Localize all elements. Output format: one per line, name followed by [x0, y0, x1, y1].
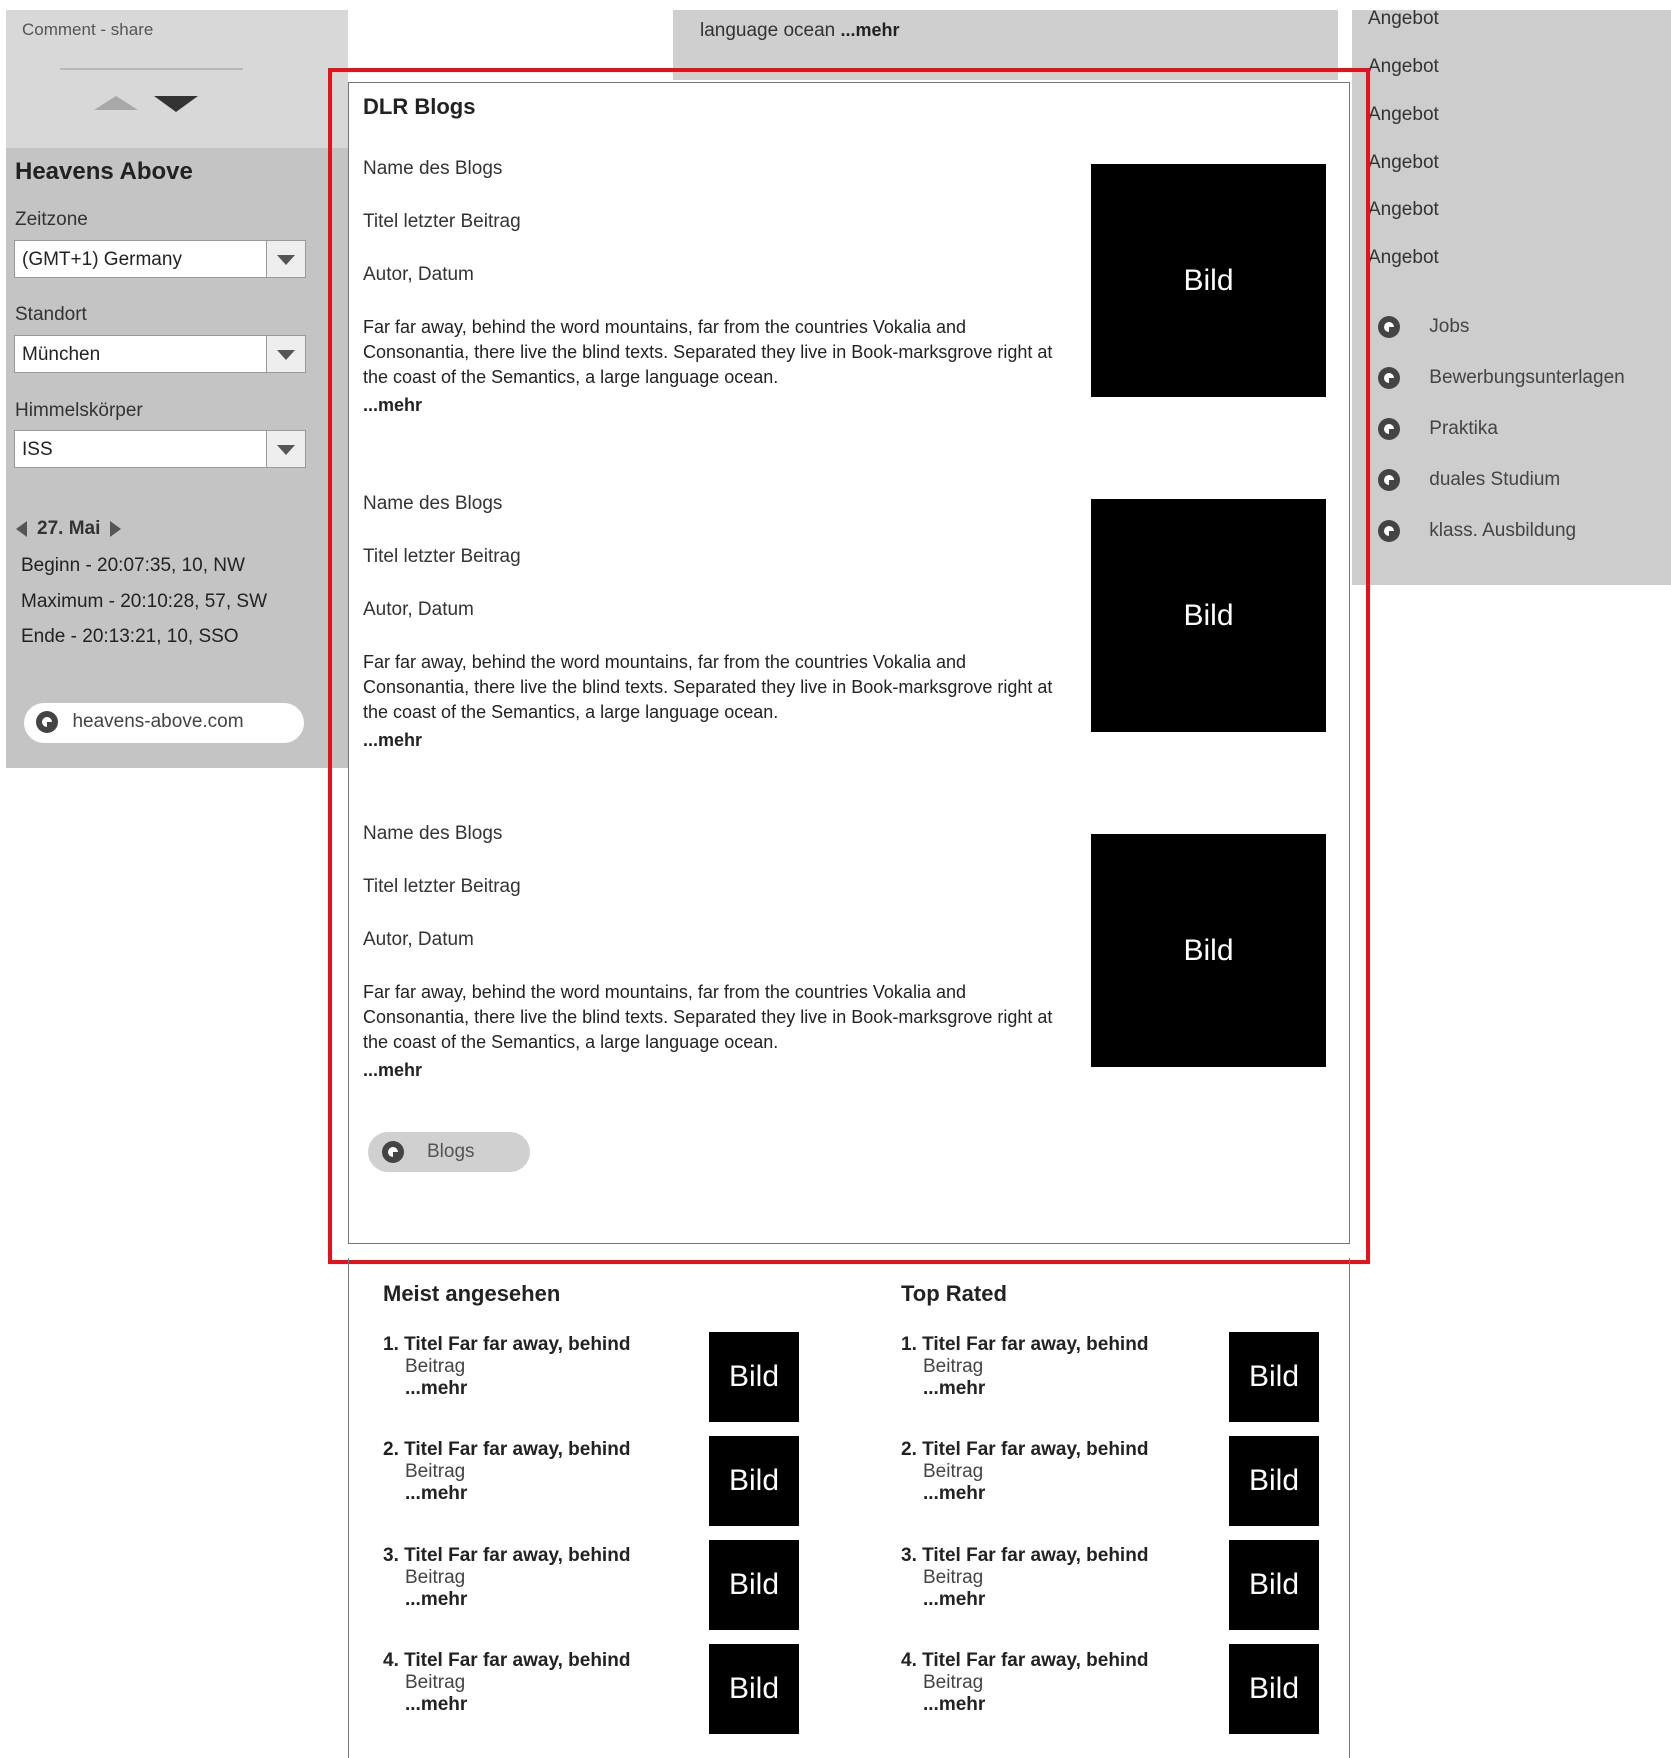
zeitzone-value: (GMT+1) Germany	[22, 249, 182, 270]
link-label: Jobs	[1429, 316, 1470, 337]
top-rated-title: Top Rated	[901, 1281, 1007, 1306]
angebot-link[interactable]: Angebot	[1368, 247, 1439, 269]
list-item-mehr[interactable]: ...mehr	[923, 1694, 1148, 1716]
list-item-title: 2. Titel Far far away, behind	[383, 1439, 631, 1460]
list-item-title: 4. Titel Far far away, behind	[383, 1650, 631, 1671]
right-link-ausbildung[interactable]: klass. Ausbildung	[1378, 520, 1576, 542]
right-link-jobs[interactable]: Jobs	[1378, 316, 1469, 338]
list-item[interactable]: 4. Titel Far far away, behind Beitrag ..…	[383, 1650, 630, 1716]
right-link-praktika[interactable]: Praktika	[1378, 418, 1498, 440]
list-item-mehr[interactable]: ...mehr	[923, 1378, 1148, 1400]
next-day-icon[interactable]	[110, 520, 122, 537]
himmel-label: Himmelskörper	[15, 400, 143, 421]
list-item[interactable]: 1. Titel Far far away, behind Beitrag ..…	[901, 1334, 1148, 1400]
angebot-link[interactable]: Angebot	[1368, 8, 1439, 30]
link-arrow-icon	[1378, 418, 1400, 440]
list-item-mehr[interactable]: ...mehr	[923, 1589, 1148, 1611]
prev-day-icon[interactable]	[16, 520, 27, 537]
list-item-image[interactable]: Bild	[1229, 1644, 1319, 1734]
list-item-title: 1. Titel Far far away, behind	[383, 1334, 631, 1355]
angebot-link[interactable]: Angebot	[1368, 199, 1439, 221]
heavens-above-link[interactable]: heavens-above.com	[24, 703, 304, 743]
standort-label: Standort	[15, 304, 87, 325]
chevron-down-icon[interactable]	[266, 336, 305, 372]
list-item-title: 1. Titel Far far away, behind	[901, 1334, 1149, 1355]
himmel-select[interactable]: ISS	[14, 430, 306, 468]
list-item-image[interactable]: Bild	[1229, 1332, 1319, 1422]
angebot-link[interactable]: Angebot	[1368, 56, 1439, 78]
link-arrow-icon	[1378, 316, 1400, 338]
zeitzone-label: Zeitzone	[15, 209, 88, 230]
list-item-mehr[interactable]: ...mehr	[923, 1483, 1148, 1505]
teaser-mehr-link[interactable]: ...mehr	[841, 20, 900, 40]
zeitzone-select[interactable]: (GMT+1) Germany	[14, 240, 306, 278]
pass-beginn: Beginn - 20:07:35, 10, NW	[21, 555, 245, 576]
date-label: 27. Mai	[37, 518, 101, 539]
list-item-image[interactable]: Bild	[1229, 1436, 1319, 1526]
list-item-mehr[interactable]: ...mehr	[405, 1378, 630, 1400]
list-item-image[interactable]: Bild	[709, 1332, 799, 1422]
list-item-sub: Beitrag	[405, 1356, 466, 1377]
arrow-down-icon[interactable]	[154, 96, 198, 112]
angebot-link[interactable]: Angebot	[1368, 152, 1439, 174]
comment-share-link[interactable]: Comment - share	[22, 20, 153, 40]
himmel-value: ISS	[22, 439, 53, 460]
list-item-title: 3. Titel Far far away, behind	[383, 1545, 631, 1566]
list-item-mehr[interactable]: ...mehr	[405, 1589, 630, 1611]
link-arrow-icon	[36, 711, 58, 733]
right-sidebar	[1352, 10, 1671, 585]
date-navigator: 27. Mai	[16, 518, 122, 540]
pass-maximum: Maximum - 20:10:28, 57, SW	[21, 591, 268, 612]
list-item-sub: Beitrag	[923, 1567, 984, 1588]
list-item[interactable]: 4. Titel Far far away, behind Beitrag ..…	[901, 1650, 1148, 1716]
arrow-up-icon[interactable]	[94, 96, 138, 110]
link-arrow-icon	[1378, 469, 1400, 491]
widget-title: Heavens Above	[15, 158, 193, 185]
list-item[interactable]: 1. Titel Far far away, behind Beitrag ..…	[383, 1334, 630, 1400]
chevron-down-icon[interactable]	[266, 431, 305, 467]
list-item-image[interactable]: Bild	[709, 1644, 799, 1734]
link-label: klass. Ausbildung	[1429, 520, 1577, 541]
right-link-duales-studium[interactable]: duales Studium	[1378, 469, 1560, 491]
list-item-sub: Beitrag	[923, 1672, 984, 1693]
right-link-bewerbung[interactable]: Bewerbungsunterlagen	[1378, 367, 1625, 389]
list-item-image[interactable]: Bild	[709, 1540, 799, 1630]
list-item-title: 3. Titel Far far away, behind	[901, 1545, 1149, 1566]
link-label: duales Studium	[1429, 469, 1561, 490]
link-arrow-icon	[1378, 520, 1400, 542]
link-label: Praktika	[1429, 418, 1498, 439]
link-label: heavens-above.com	[72, 711, 244, 732]
list-item-sub: Beitrag	[923, 1461, 984, 1482]
meist-angesehen-title: Meist angesehen	[383, 1281, 561, 1306]
list-item[interactable]: 2. Titel Far far away, behind Beitrag ..…	[901, 1439, 1148, 1505]
list-item[interactable]: 3. Titel Far far away, behind Beitrag ..…	[383, 1545, 630, 1611]
link-label: Bewerbungsunterlagen	[1429, 367, 1625, 388]
list-item-sub: Beitrag	[405, 1672, 466, 1693]
standort-select[interactable]: München	[14, 335, 306, 373]
list-item-mehr[interactable]: ...mehr	[405, 1694, 630, 1716]
teaser-body: language ocean	[700, 20, 836, 41]
teaser-text: language ocean ...mehr	[700, 20, 1320, 42]
angebot-link[interactable]: Angebot	[1368, 104, 1439, 126]
chevron-down-icon[interactable]	[266, 241, 305, 277]
list-item[interactable]: 2. Titel Far far away, behind Beitrag ..…	[383, 1439, 630, 1505]
list-item-title: 4. Titel Far far away, behind	[901, 1650, 1149, 1671]
divider	[60, 68, 243, 70]
list-item-sub: Beitrag	[923, 1356, 984, 1377]
standort-value: München	[22, 344, 101, 365]
highlight-frame	[328, 68, 1370, 1264]
list-item-sub: Beitrag	[405, 1567, 466, 1588]
list-item-mehr[interactable]: ...mehr	[405, 1483, 630, 1505]
list-item-image[interactable]: Bild	[709, 1436, 799, 1526]
list-item[interactable]: 3. Titel Far far away, behind Beitrag ..…	[901, 1545, 1148, 1611]
pass-ende: Ende - 20:13:21, 10, SSO	[21, 626, 239, 647]
list-item-title: 2. Titel Far far away, behind	[901, 1439, 1149, 1460]
list-item-image[interactable]: Bild	[1229, 1540, 1319, 1630]
list-item-sub: Beitrag	[405, 1461, 466, 1482]
link-arrow-icon	[1378, 367, 1400, 389]
